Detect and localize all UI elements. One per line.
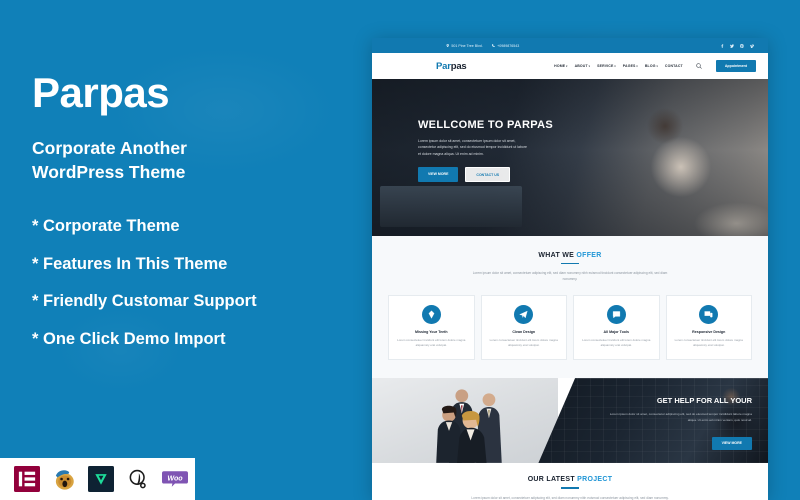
feature-item: * Features In This Theme [32,254,228,273]
topbar-address: 501 Pine Tree Blvd. [446,44,483,48]
site-navbar: Parpas HOME ABOUT SERVICE PAGES BLOG CON… [372,53,768,79]
band-paragraph: Lorem ipsum dolor sit amet, consectetur … [609,412,752,423]
offer-card-text: Lorem consectetuer tincidunt elit lorem … [397,337,466,348]
offer-card-icon-wrap [699,304,719,324]
menu-item-home[interactable]: HOME [554,64,567,68]
feature-item: * One Click Demo Import [32,329,226,348]
main-menu: HOME ABOUT SERVICE PAGES BLOG CONTACT Ap… [554,60,756,72]
offer-card[interactable]: Clean Design Lorem consectetuer tincidun… [480,294,567,361]
quform-icon [129,469,146,489]
logo-part-2: pas [450,60,467,72]
brand-subtitle: Corporate Another WordPress Theme [32,136,282,184]
appointment-button[interactable]: Appointment [715,60,756,72]
hero-heading: WELLCOME TO PARPAS [418,119,553,131]
woocommerce-icon: Woo [162,471,188,487]
offer-card-title: All Major Tools [603,329,630,334]
responsive-icon [704,310,713,317]
band-view-more-button[interactable]: VIEW MORE [711,436,752,450]
search-icon[interactable] [696,63,702,69]
topbar-phone-text: +0989876543 [497,43,520,48]
facebook-icon[interactable] [720,43,724,48]
band-heading: GET HELP FOR ALL YOUR [656,396,752,406]
offer-card[interactable]: All Major Tools Lorem consectetuer tinci… [573,294,660,361]
project-section: OUR LATEST PROJECT Lorem ipsum dolor sit… [372,463,768,500]
offer-card-text: Lorem consectetuer tincidunt elit lorem … [489,337,558,348]
topbar-phone[interactable]: +0989876543 [491,43,520,48]
brand-title: Parpas [32,69,170,116]
feature-item: * Corporate Theme [32,217,180,236]
hero-banner: WELLCOME TO PARPAS Lorem ipsum dolor sit… [372,79,768,236]
team-photo-area [372,378,559,464]
feature-list: * Corporate Theme * Features In This The… [32,218,372,347]
offer-card-text: Lorem consectetuer tincidunt elit lorem … [674,337,743,348]
chat-icon [612,310,620,318]
logo-part-1: Par [436,60,451,72]
menu-item-about[interactable]: ABOUT [575,64,591,68]
offer-section: WHAT WE OFFER Lorem ipsum dolor sit amet… [372,236,768,379]
offer-card-icon-wrap [606,304,626,324]
site-logo[interactable]: Parpas [436,61,467,72]
offer-title-accent: OFFER [576,252,602,259]
topbar-contact-group: 501 Pine Tree Blvd. +0989876543 [446,44,519,48]
twitter-icon[interactable] [730,43,734,48]
offer-card-title: Responsive Design [692,329,726,334]
menu-item-contact[interactable]: CONTACT [665,64,683,68]
project-title: OUR LATEST PROJECT [384,476,756,483]
vimeo-icon[interactable] [750,43,754,48]
paper-plane-icon [519,310,528,318]
offer-title-rule [561,263,579,265]
menu-item-blog[interactable]: BLOG [645,64,658,68]
offer-title: WHAT WE OFFER [384,252,756,259]
plugin-icon-strip: Woo [0,458,195,500]
offer-title-dark: WHAT WE [538,252,577,259]
get-help-band: GET HELP FOR ALL YOUR Lorem ipsum dolor … [372,378,768,464]
topbar-social-group [720,43,754,48]
feature-item: * Friendly Customar Support [32,292,257,311]
svg-text:Woo: Woo [167,474,183,482]
subtitle-line-2: WordPress Theme [32,162,186,183]
project-subtitle: Lorem ipsum dolor sit amet, consectetuer… [471,495,669,500]
diamond-icon [428,310,435,319]
hero-primary-button[interactable]: VIEW MORE [418,167,459,183]
menu-item-service[interactable]: SERVICE [597,64,616,68]
project-title-rule [561,487,579,489]
wpforms-icon [88,466,114,492]
offer-card-icon-wrap [421,304,441,324]
location-pin-icon [446,43,449,48]
offer-card[interactable]: Responsive Design Lorem consectetuer tin… [665,294,752,361]
phone-icon [491,43,496,48]
offer-card-icon-wrap [514,304,534,324]
offer-card-title: Clean Design [512,329,536,334]
pinterest-icon[interactable] [740,43,744,48]
offer-card-text: Lorem consectetuer tincidunt elit lorem … [582,337,651,348]
offer-subtitle: Lorem ipsum dolor sit amet, consectetuer… [472,271,668,282]
hero-secondary-button[interactable]: CONTACT US [465,167,511,183]
project-title-dark: OUR LATEST [527,476,578,484]
hero-paragraph: Lorem ipsum dolor sit amet, consectetuer… [418,139,527,156]
website-mockup: 501 Pine Tree Blvd. +0989876543 Parpas H… [372,38,768,500]
get-help-content-area: GET HELP FOR ALL YOUR Lorem ipsum dolor … [538,378,768,464]
promo-panel: Parpas Corporate Another WordPress Theme… [0,0,372,500]
offer-card[interactable]: Missing Your Teeth Lorem consectetuer ti… [388,294,475,361]
site-topbar: 501 Pine Tree Blvd. +0989876543 [372,38,768,53]
offer-card-list: Missing Your Teeth Lorem consectetuer ti… [384,294,756,361]
team-photo [435,389,502,464]
topbar-address-text: 501 Pine Tree Blvd. [451,43,483,48]
menu-item-pages[interactable]: PAGES [623,64,638,68]
mailchimp-icon [55,470,74,490]
subtitle-line-1: Corporate Another [32,138,187,158]
offer-card-title: Missing Your Teeth [414,329,448,334]
hero-button-group: VIEW MORE CONTACT US [418,167,768,183]
elementor-icon [14,466,40,492]
project-title-accent: PROJECT [577,476,613,484]
